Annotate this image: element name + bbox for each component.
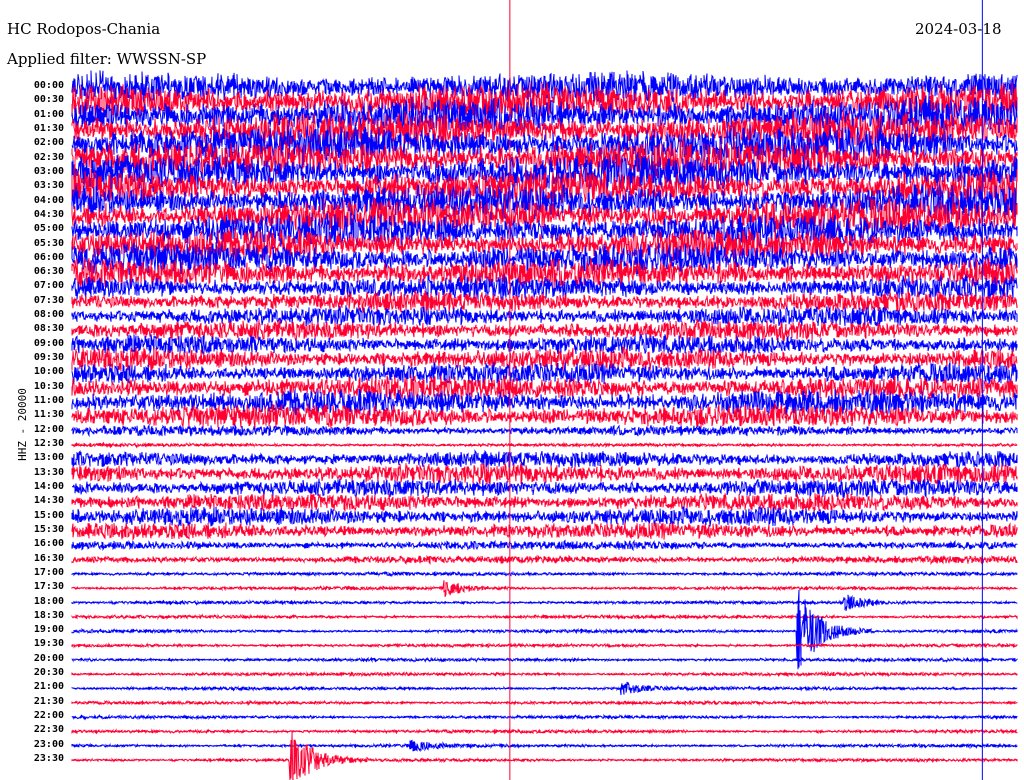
trace-1830 [71,613,1018,621]
trace-1200 [71,423,1018,438]
trace-1930 [71,642,1018,649]
trace-2130 [71,699,1018,707]
trace-1230 [71,441,1018,449]
trace-1730 [71,580,1018,597]
trace-0730 [71,289,1018,314]
trace-1000 [71,361,1018,386]
trace-2030 [71,670,1018,678]
trace-0800 [71,305,1018,327]
trace-2100 [71,681,1018,696]
trace-2000 [71,656,1018,664]
trace-1800 [71,594,1018,611]
trace-1630 [71,554,1018,566]
trace-1600 [71,539,1018,552]
trace-2330 [71,730,1018,780]
trace-0900 [71,333,1018,355]
trace-2300 [71,739,1018,753]
trace-1500 [71,506,1018,527]
trace-1300 [71,449,1018,469]
helicorder-plot [71,0,1018,780]
trace-1530 [71,522,1018,542]
trace-2200 [71,713,1018,721]
trace-1700 [71,570,1018,578]
trace-2230 [71,728,1018,735]
